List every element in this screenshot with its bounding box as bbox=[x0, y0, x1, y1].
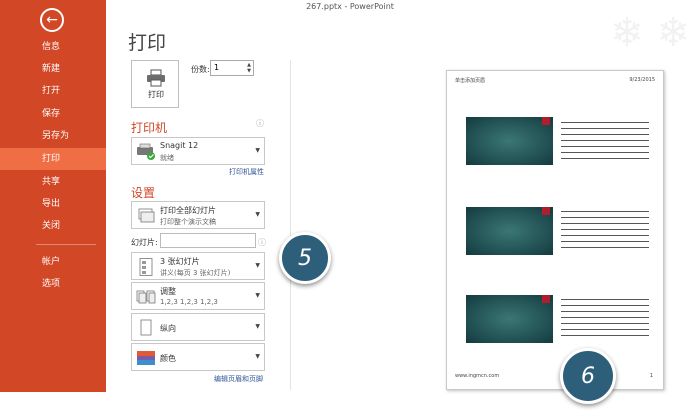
backstage-sidebar: ← 信息 新建 打开 保存 另存为 打印 共享 导出 关闭 帐户 选项 bbox=[0, 0, 106, 392]
sidebar-item-save-as[interactable]: 另存为 bbox=[0, 125, 106, 147]
collate-desc: 1,2,3 1,2,3 1,2,3 bbox=[160, 298, 218, 306]
page-title: 打印 bbox=[128, 32, 167, 54]
dropdown-arrow-icon: ▼ bbox=[255, 262, 260, 269]
collate-icon bbox=[136, 290, 156, 304]
dropdown-arrow-icon: ▼ bbox=[255, 211, 260, 218]
print-preview-page: 单击添加页眉 9/23/2015 www.ingmcn.com 1 bbox=[446, 70, 664, 390]
sidebar-item-new[interactable]: 新建 bbox=[0, 58, 106, 80]
handout-layout-icon bbox=[139, 258, 153, 276]
slides-input[interactable] bbox=[160, 233, 256, 248]
slides-all-icon bbox=[138, 208, 155, 223]
print-button[interactable]: 打印 bbox=[131, 60, 179, 108]
preview-footer: www.ingmcn.com bbox=[455, 373, 500, 379]
decorative-watermark-icon: ❄ ❄ bbox=[610, 10, 690, 56]
slide-accent bbox=[542, 207, 550, 215]
slide-accent bbox=[542, 117, 550, 125]
layout-label: 3 张幻灯片 bbox=[160, 257, 200, 266]
note-lines bbox=[561, 122, 649, 164]
sidebar-item-print[interactable]: 打印 bbox=[0, 148, 106, 170]
note-lines bbox=[561, 299, 649, 341]
collate-label: 调整 bbox=[160, 287, 176, 296]
orientation-dropdown[interactable]: 纵向 ▼ bbox=[131, 313, 265, 341]
slide-accent bbox=[542, 295, 550, 303]
sidebar-item-export[interactable]: 导出 bbox=[0, 193, 106, 215]
edit-header-footer-link[interactable]: 编辑页眉和页脚 bbox=[214, 374, 263, 384]
preview-slide-thumbnail bbox=[466, 295, 553, 343]
printer-properties-link[interactable]: 打印机属性 bbox=[229, 167, 264, 177]
color-label: 颜色 bbox=[160, 354, 176, 363]
preview-page-number: 1 bbox=[649, 373, 653, 379]
callout-number-6: 6 bbox=[560, 348, 616, 404]
sidebar-item-account[interactable]: 帐户 bbox=[0, 251, 106, 273]
back-arrow-icon[interactable]: ← bbox=[40, 8, 64, 32]
orientation-label: 纵向 bbox=[160, 324, 176, 333]
sidebar-item-share[interactable]: 共享 bbox=[0, 171, 106, 193]
slides-label: 幻灯片: bbox=[131, 238, 158, 247]
panel-divider bbox=[290, 60, 291, 390]
print-button-label: 打印 bbox=[148, 90, 164, 99]
sidebar-item-open[interactable]: 打开 bbox=[0, 80, 106, 102]
settings-heading: 设置 bbox=[131, 186, 156, 200]
layout-desc: 讲义(每页 3 张幻灯片) bbox=[160, 269, 231, 277]
spin-arrows-icon[interactable]: ▲ ▼ bbox=[247, 62, 251, 74]
note-lines bbox=[561, 211, 649, 253]
preview-slide-thumbnail bbox=[466, 207, 553, 255]
collate-dropdown[interactable]: 调整 1,2,3 1,2,3 1,2,3 ▼ bbox=[131, 282, 265, 310]
printer-heading: 打印机 bbox=[131, 121, 168, 135]
printer-dropdown[interactable]: Snagit 12 就绪 ▼ bbox=[131, 137, 265, 165]
copies-value: 1 bbox=[214, 63, 220, 72]
preview-slide-thumbnail bbox=[466, 117, 553, 165]
printer-icon bbox=[147, 69, 165, 87]
callout-number-5: 5 bbox=[279, 232, 331, 284]
sidebar-item-close[interactable]: 关闭 bbox=[0, 215, 106, 237]
info-icon[interactable]: ⓘ bbox=[258, 237, 266, 248]
preview-date: 9/23/2015 bbox=[629, 77, 655, 83]
preview-header: 单击添加页眉 bbox=[455, 78, 486, 84]
printer-ready-icon bbox=[137, 143, 155, 160]
print-range-dropdown[interactable]: 打印全部幻灯片 打印整个演示文稿 ▼ bbox=[131, 201, 265, 229]
dropdown-arrow-icon: ▼ bbox=[255, 292, 260, 299]
sidebar-item-options[interactable]: 选项 bbox=[0, 273, 106, 295]
info-icon[interactable]: ⓘ bbox=[256, 118, 264, 129]
dropdown-arrow-icon: ▼ bbox=[255, 323, 260, 330]
copies-stepper[interactable]: 1 ▲ ▼ bbox=[210, 60, 254, 76]
copies-label: 份数: bbox=[191, 65, 210, 74]
dropdown-arrow-icon: ▼ bbox=[255, 353, 260, 360]
color-swatch-icon bbox=[137, 351, 155, 365]
dropdown-arrow-icon: ▼ bbox=[255, 147, 260, 154]
print-range-label: 打印全部幻灯片 bbox=[160, 206, 216, 215]
printer-name: Snagit 12 bbox=[160, 141, 199, 150]
sidebar-divider bbox=[36, 244, 96, 245]
sidebar-item-info[interactable]: 信息 bbox=[0, 36, 106, 58]
print-range-desc: 打印整个演示文稿 bbox=[160, 218, 216, 226]
printer-status: 就绪 bbox=[160, 154, 174, 162]
portrait-page-icon bbox=[140, 319, 152, 336]
color-dropdown[interactable]: 颜色 ▼ bbox=[131, 343, 265, 371]
layout-dropdown[interactable]: 3 张幻灯片 讲义(每页 3 张幻灯片) ▼ bbox=[131, 252, 265, 280]
sidebar-item-save[interactable]: 保存 bbox=[0, 103, 106, 125]
